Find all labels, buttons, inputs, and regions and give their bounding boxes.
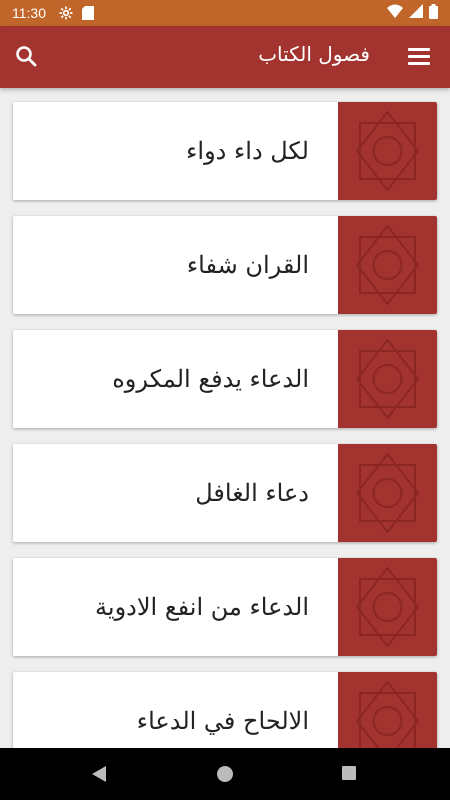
ornament-image bbox=[338, 444, 437, 542]
chapter-title: القران شفاء bbox=[186, 251, 309, 279]
chapter-title: الدعاء من انفع الادوية bbox=[95, 593, 309, 621]
status-right-icons bbox=[387, 3, 438, 23]
home-icon[interactable] bbox=[215, 764, 235, 784]
chapter-title: لكل داء دواء bbox=[186, 137, 309, 165]
battery-icon bbox=[429, 3, 438, 23]
settings-icon bbox=[58, 5, 74, 21]
ornament-image bbox=[338, 330, 437, 428]
status-bar: 11:30 bbox=[0, 0, 450, 26]
menu-icon[interactable] bbox=[408, 48, 430, 66]
chapter-card[interactable]: دعاء الغافل bbox=[13, 444, 437, 542]
sd-card-icon bbox=[80, 5, 96, 21]
chapter-card[interactable]: لكل داء دواء bbox=[13, 102, 437, 200]
ornament-image bbox=[338, 216, 437, 314]
recents-icon[interactable] bbox=[340, 764, 360, 784]
signal-icon bbox=[409, 4, 423, 22]
status-time: 11:30 bbox=[12, 5, 46, 21]
chapter-card[interactable]: القران شفاء bbox=[13, 216, 437, 314]
chapter-card[interactable]: الدعاء من انفع الادوية bbox=[13, 558, 437, 656]
app-bar: فصول الكتاب bbox=[0, 26, 450, 88]
chapter-card[interactable]: الدعاء يدفع المكروه bbox=[13, 330, 437, 428]
ornament-image bbox=[338, 558, 437, 656]
chapter-title: دعاء الغافل bbox=[195, 479, 309, 507]
wifi-icon bbox=[387, 4, 403, 22]
back-icon[interactable] bbox=[90, 764, 110, 784]
page-title: فصول الكتاب bbox=[258, 42, 370, 66]
ornament-image bbox=[338, 102, 437, 200]
navigation-bar bbox=[0, 748, 450, 800]
chapter-title: الدعاء يدفع المكروه bbox=[112, 365, 309, 393]
search-icon[interactable] bbox=[14, 44, 40, 70]
chapter-list: لكل داء دواء القران شفاء الدعاء يدفع الم… bbox=[13, 102, 437, 786]
